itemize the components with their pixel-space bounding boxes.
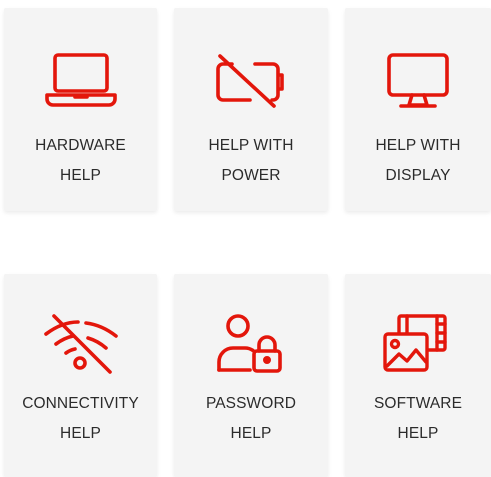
hardware-help-card[interactable]: HARDWARE HELP <box>4 8 157 211</box>
display-help-card[interactable]: HELP WITH DISPLAY <box>345 8 491 211</box>
card-label-line1: CONNECTIVITY <box>22 395 139 412</box>
card-label-line1: HARDWARE <box>35 137 126 154</box>
card-label-line2: HELP <box>60 167 101 184</box>
password-help-card[interactable]: PASSWORD HELP <box>174 274 328 477</box>
power-help-card[interactable]: HELP WITH POWER <box>174 8 328 211</box>
software-help-card[interactable]: SOFTWARE HELP <box>345 274 491 477</box>
monitor-icon <box>387 53 449 108</box>
software-media-icon <box>383 314 447 372</box>
card-label-line2: HELP <box>60 425 101 442</box>
card-label-line1: SOFTWARE <box>373 395 463 412</box>
help-topics-grid: HARDWARE HELP HELP WITH POWER HELP WITH … <box>0 0 491 477</box>
card-label-line1: PASSWORD <box>205 395 297 412</box>
wifi-off-icon <box>43 314 118 374</box>
card-label-line1: HELP WITH <box>208 137 294 154</box>
card-label-line2: HELP <box>397 425 439 442</box>
user-lock-icon <box>217 314 282 373</box>
card-label-line1: HELP WITH <box>375 137 461 154</box>
card-label-line2: DISPLAY <box>385 167 451 184</box>
battery-off-icon <box>216 54 284 108</box>
card-label-line2: HELP <box>230 425 272 442</box>
card-label-line2: POWER <box>221 167 281 184</box>
laptop-icon <box>44 53 117 107</box>
connectivity-help-card[interactable]: CONNECTIVITY HELP <box>4 274 157 477</box>
